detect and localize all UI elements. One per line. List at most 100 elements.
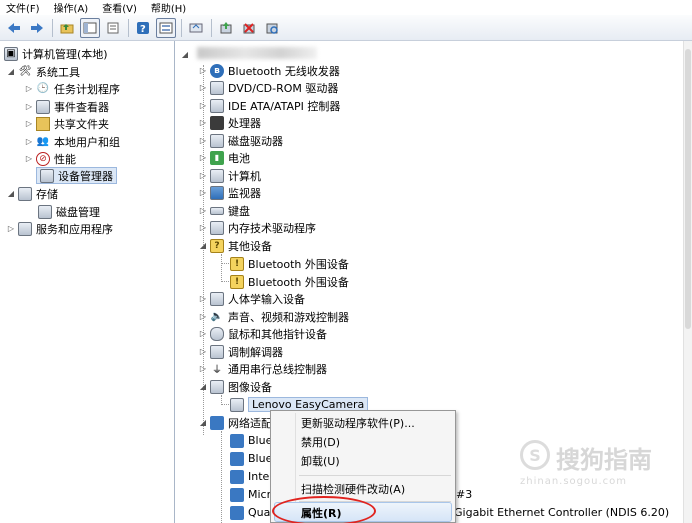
device-category-label: 人体学输入设备 xyxy=(228,292,305,306)
expand-arrow-icon[interactable]: ▷ xyxy=(198,312,208,321)
vertical-scrollbar[interactable] xyxy=(683,41,692,523)
menu-help[interactable]: 帮助(H) xyxy=(151,0,186,15)
device-item[interactable]: ! Bluetooth 外围设备 xyxy=(230,273,349,290)
action-icon[interactable] xyxy=(186,18,206,38)
device-item-label: Bluetooth 外围设备 xyxy=(248,257,349,271)
expand-arrow-icon[interactable]: ▷ xyxy=(198,329,208,338)
tree-task-scheduler[interactable]: ▷ 🕒 任务计划程序 xyxy=(24,80,120,97)
device-category[interactable]: ◢ 网络适配 xyxy=(198,414,272,431)
disk-drive-icon xyxy=(210,133,224,148)
device-category[interactable]: ▷ ⏚ 通用串行总线控制器 xyxy=(198,360,327,377)
expand-arrow-icon[interactable]: ▷ xyxy=(198,223,208,232)
device-item-label: Intel xyxy=(248,470,273,483)
expand-arrow-icon[interactable]: ▷ xyxy=(198,364,208,373)
event-viewer-icon xyxy=(36,99,50,114)
device-category[interactable]: ▷ 内存技术驱动程序 xyxy=(198,219,316,236)
shared-folder-icon xyxy=(36,116,50,131)
device-category[interactable]: ▷ DVD/CD-ROM 驱动器 xyxy=(198,79,338,96)
device-category[interactable]: ▷ ʙ Bluetooth 无线收发器 xyxy=(198,62,340,79)
expand-arrow-icon[interactable]: ▷ xyxy=(24,102,34,111)
device-category-label: 图像设备 xyxy=(228,380,272,394)
expand-arrow-icon[interactable]: ▷ xyxy=(198,153,208,162)
collapse-arrow-icon[interactable]: ◢ xyxy=(180,50,190,59)
up-folder-icon[interactable] xyxy=(57,18,77,38)
tree-device-manager[interactable]: 设备管理器 xyxy=(36,167,117,184)
tree-root[interactable]: ▣ 计算机管理(本地) xyxy=(4,45,108,62)
expand-arrow-icon[interactable]: ▷ xyxy=(198,101,208,110)
expand-arrow-icon[interactable]: ▷ xyxy=(198,136,208,145)
tree-performance[interactable]: ▷ ⊘ 性能 xyxy=(24,150,76,167)
device-item[interactable]: Blue xyxy=(230,450,272,467)
device-item-label: Qua xyxy=(248,506,271,519)
scan-hardware-icon[interactable] xyxy=(262,18,282,38)
expand-arrow-icon[interactable]: ▷ xyxy=(24,154,34,163)
help-icon[interactable]: ? xyxy=(133,18,153,38)
device-category-label: IDE ATA/ATAPI 控制器 xyxy=(228,99,341,113)
menu-uninstall[interactable]: 卸载(U) xyxy=(301,451,340,471)
device-category[interactable]: ▷ 监视器 xyxy=(198,184,261,201)
tree-system-tools[interactable]: ◢ 🛠 系统工具 xyxy=(6,63,80,80)
show-tree-icon[interactable] xyxy=(80,17,100,38)
device-item-label: Blue xyxy=(248,434,273,447)
properties-icon[interactable] xyxy=(156,17,176,38)
tree-event-viewer[interactable]: ▷ 事件查看器 xyxy=(24,98,109,115)
monitor-icon xyxy=(210,185,224,200)
update-driver-icon[interactable] xyxy=(216,18,236,38)
collapse-arrow-icon[interactable]: ◢ xyxy=(198,418,208,427)
other-devices-icon: ? xyxy=(210,238,224,253)
device-item[interactable]: Qua xyxy=(230,504,270,521)
device-category-label: 计算机 xyxy=(228,169,261,183)
scrollbar-thumb[interactable] xyxy=(685,49,691,329)
collapse-arrow-icon[interactable]: ◢ xyxy=(6,189,16,198)
device-item[interactable]: Intel xyxy=(230,468,272,485)
collapse-arrow-icon[interactable]: ◢ xyxy=(198,241,208,250)
speaker-icon: 🔈 xyxy=(210,311,224,322)
back-arrow-icon[interactable] xyxy=(4,18,24,38)
warning-icon: ! xyxy=(230,274,244,289)
device-category[interactable]: ▷ 键盘 xyxy=(198,202,250,219)
expand-arrow-icon[interactable]: ▷ xyxy=(24,84,34,93)
device-category[interactable]: ▷ 计算机 xyxy=(198,167,261,184)
expand-arrow-icon[interactable]: ▷ xyxy=(198,83,208,92)
device-category[interactable]: ◢ 图像设备 xyxy=(198,378,272,395)
forward-arrow-icon[interactable] xyxy=(27,18,47,38)
expand-arrow-icon[interactable]: ▷ xyxy=(198,188,208,197)
collapse-arrow-icon[interactable]: ◢ xyxy=(198,382,208,391)
device-category[interactable]: ▷ 🔈 声音、视频和游戏控制器 xyxy=(198,308,349,325)
device-item[interactable]: ! Bluetooth 外围设备 xyxy=(230,255,349,272)
device-category[interactable]: ▷ ▮ 电池 xyxy=(198,149,250,166)
device-category[interactable]: ▷ 鼠标和其他指针设备 xyxy=(198,325,327,342)
expand-arrow-icon[interactable]: ▷ xyxy=(198,294,208,303)
expand-arrow-icon[interactable]: ▷ xyxy=(198,118,208,127)
tree-storage[interactable]: ◢ 存储 xyxy=(6,185,58,202)
tree-shared-folders[interactable]: ▷ 共享文件夹 xyxy=(24,115,109,132)
tree-item-label: 任务计划程序 xyxy=(54,82,120,96)
menu-update-driver[interactable]: 更新驱动程序软件(P)... xyxy=(301,413,415,433)
device-category[interactable]: ▷ 处理器 xyxy=(198,114,261,131)
expand-arrow-icon[interactable]: ▷ xyxy=(198,171,208,180)
device-item[interactable]: Blue xyxy=(230,432,272,449)
expand-arrow-icon[interactable]: ▷ xyxy=(198,66,208,75)
expand-arrow-icon[interactable]: ▷ xyxy=(6,224,16,233)
expand-arrow-icon[interactable]: ▷ xyxy=(198,206,208,215)
collapse-arrow-icon[interactable]: ◢ xyxy=(6,67,16,76)
expand-arrow-icon[interactable]: ▷ xyxy=(24,119,34,128)
uninstall-icon[interactable] xyxy=(239,18,259,38)
menu-action[interactable]: 操作(A) xyxy=(54,0,89,15)
device-category[interactable]: ▷ 磁盘驱动器 xyxy=(198,132,283,149)
device-item[interactable]: Micr xyxy=(230,486,271,503)
menu-view[interactable]: 查看(V) xyxy=(102,0,137,15)
device-category[interactable]: ▷ 人体学输入设备 xyxy=(198,290,305,307)
expand-arrow-icon[interactable]: ▷ xyxy=(24,137,34,146)
expand-arrow-icon[interactable]: ▷ xyxy=(198,347,208,356)
tree-disk-management[interactable]: 磁盘管理 xyxy=(38,203,100,220)
device-category[interactable]: ▷ IDE ATA/ATAPI 控制器 xyxy=(198,97,340,114)
export-list-icon[interactable] xyxy=(103,18,123,38)
menu-disable[interactable]: 禁用(D) xyxy=(301,432,340,452)
device-category[interactable]: ▷ 调制解调器 xyxy=(198,343,283,360)
bluetooth-icon: ʙ xyxy=(210,63,224,78)
tree-services[interactable]: ▷ 服务和应用程序 xyxy=(6,220,113,237)
device-category[interactable]: ◢? 其他设备 xyxy=(198,237,272,254)
menu-file[interactable]: 文件(F) xyxy=(6,0,40,15)
tree-local-users[interactable]: ▷ 👥 本地用户和组 xyxy=(24,133,120,150)
